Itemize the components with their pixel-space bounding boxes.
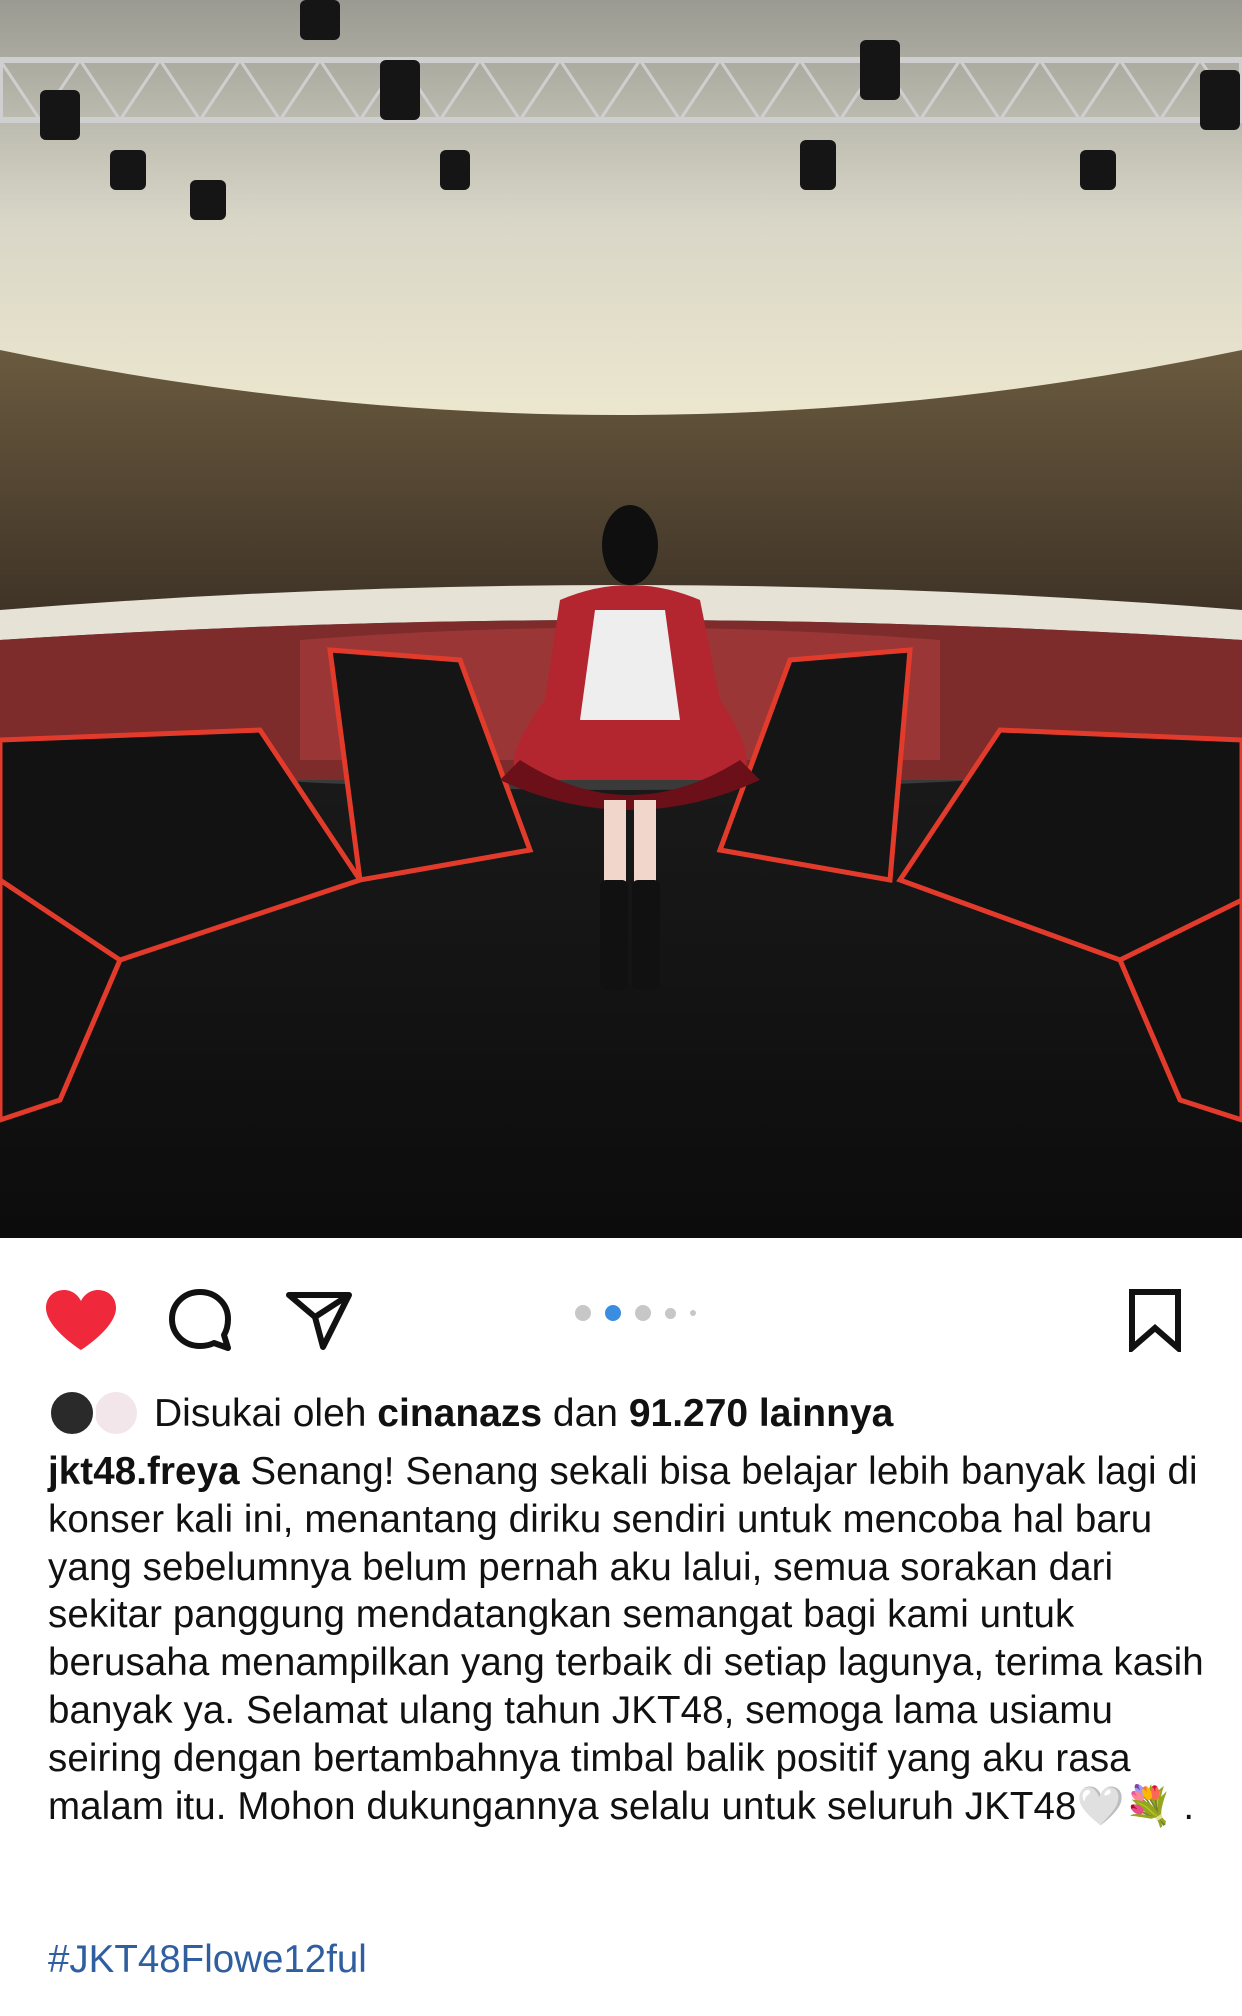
paper-plane-icon — [286, 1292, 352, 1350]
heart-filled-icon — [46, 1290, 116, 1350]
liker-username[interactable]: cinanazs — [377, 1392, 542, 1435]
carousel-dot-active — [605, 1305, 621, 1321]
likes-summary[interactable]: Disukai oleh cinanazs dan 91.270 lainnya — [48, 1384, 893, 1444]
comment-button[interactable] — [160, 1278, 240, 1362]
caption-end: . — [1183, 1784, 1195, 1828]
likes-prefix: Disukai oleh — [154, 1392, 367, 1435]
carousel-dot — [665, 1307, 676, 1319]
likes-text: Disukai oleh cinanazs dan 91.270 lainnya — [154, 1392, 893, 1436]
comment-bubble-icon — [169, 1289, 231, 1351]
liker-avatars — [48, 1387, 144, 1441]
post-action-bar — [0, 1238, 1242, 1388]
like-button[interactable] — [36, 1278, 126, 1362]
caption-emoji: 🤍💐 — [1076, 1784, 1173, 1828]
carousel-dot — [635, 1305, 651, 1321]
carousel-indicator — [575, 1298, 696, 1328]
post-caption: jkt48.freya Senang! Senang sekali bisa b… — [48, 1448, 1208, 1830]
caption-text: Senang! Senang sekali bisa belajar lebih… — [48, 1450, 1204, 1828]
caption-username[interactable]: jkt48.freya — [48, 1450, 240, 1493]
likes-count[interactable]: 91.270 lainnya — [629, 1392, 894, 1435]
avatar — [92, 1389, 140, 1437]
share-button[interactable] — [276, 1278, 362, 1362]
likes-middle: dan — [552, 1392, 618, 1435]
bookmark-icon — [1129, 1289, 1181, 1352]
avatar — [48, 1389, 96, 1437]
hashtag-link[interactable]: #JKT48Flowe12ful — [48, 1936, 367, 1984]
carousel-dot — [690, 1310, 696, 1316]
save-button[interactable] — [1120, 1278, 1190, 1362]
carousel-dot — [575, 1305, 591, 1321]
post-photo[interactable] — [0, 0, 1242, 1238]
